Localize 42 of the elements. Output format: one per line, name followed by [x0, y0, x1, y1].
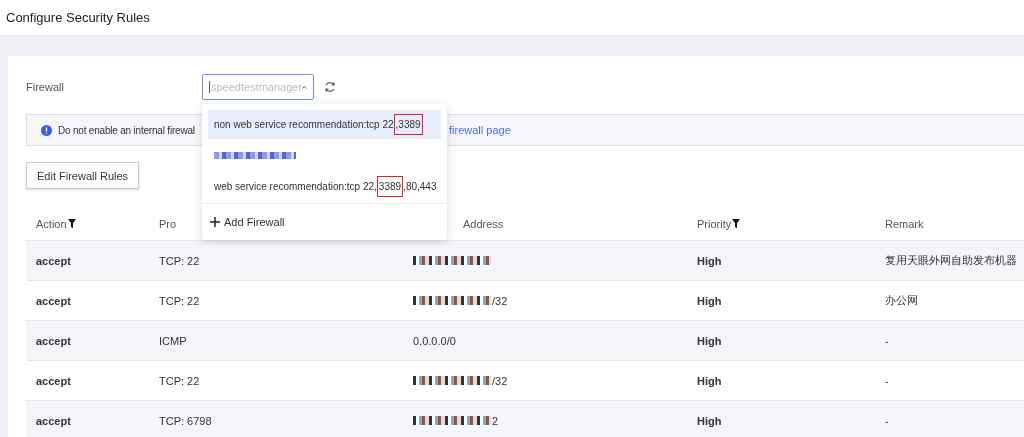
- table-cell-text: -: [884, 414, 890, 427]
- column-header: Pro: [159, 217, 177, 230]
- table-cell-text: TCP: 6798: [158, 414, 213, 427]
- table-cell-text: accept: [35, 294, 72, 307]
- table-cell-text: accept: [35, 414, 72, 427]
- table-cell-text: -: [884, 334, 890, 347]
- table-cell-text: High: [696, 374, 723, 387]
- table-cell-text: TCP: 22: [158, 294, 201, 307]
- page-title: Configure Security Rules: [6, 10, 150, 25]
- table-cell: 0.0.0.0/0: [413, 334, 456, 347]
- table-cell: /32: [492, 294, 508, 307]
- edit-firewall-rules-button[interactable]: Edit Firewall Rules: [26, 162, 140, 189]
- column-header: Action: [36, 217, 67, 230]
- table-cell-text: accept: [35, 374, 72, 387]
- plus-icon: [210, 217, 220, 227]
- column-header: Address: [463, 217, 504, 230]
- table-cell-text: 办公网: [884, 293, 919, 308]
- dropdown-option[interactable]: web service recommendation:tcp 22, 3389 ,80,443: [208, 172, 441, 201]
- refresh-icon[interactable]: [324, 81, 336, 93]
- info-icon: [41, 124, 52, 136]
- table-cell-text: High: [696, 294, 723, 307]
- dropdown-option[interactable]: non web service recommendation:tcp 22 ,3389: [208, 110, 441, 139]
- table-cell-text: accept: [35, 334, 72, 347]
- column-header: Priority: [697, 217, 732, 230]
- caret-icon: [302, 84, 307, 90]
- table-cell-text: High: [696, 414, 723, 427]
- alert-text: Do not enable an internal firewal: [58, 124, 196, 136]
- table-cell: /32: [492, 374, 508, 387]
- field-label: Firewall: [26, 81, 65, 93]
- table-cell-text: High: [696, 334, 723, 347]
- table-cell-text: -: [884, 374, 890, 387]
- table-cell-text: TCP: 22: [158, 374, 201, 387]
- firewall-page-link[interactable]: firewall page: [449, 124, 511, 136]
- table-cell-text: ICMP: [158, 334, 188, 347]
- table-cell-text: accept: [35, 254, 72, 267]
- filter-icon[interactable]: [732, 219, 741, 228]
- table-cell: 2: [492, 414, 499, 427]
- filter-icon[interactable]: [67, 219, 76, 228]
- table-cell-text: High: [696, 254, 723, 267]
- table-cell-text: TCP: 22: [158, 254, 201, 267]
- column-header: Remark: [885, 217, 924, 230]
- table-cell-text: 复用天眼外网自助发布机器: [884, 253, 1018, 268]
